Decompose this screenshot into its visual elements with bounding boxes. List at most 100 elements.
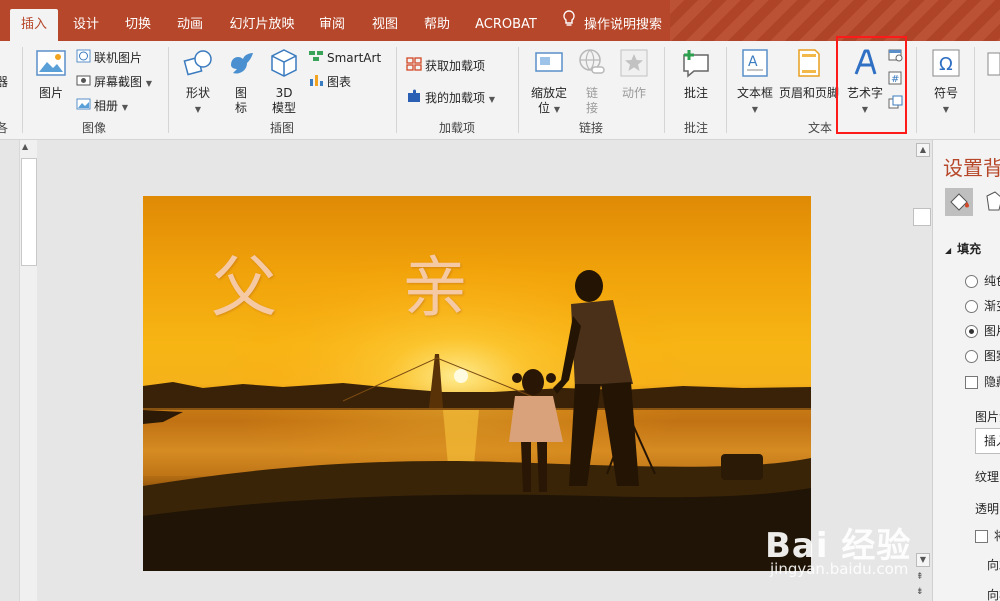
- shapes-label: 形状: [185, 86, 210, 100]
- globe-link-icon: [576, 47, 608, 83]
- svg-text:A: A: [748, 54, 758, 70]
- tab-animations[interactable]: 动画: [170, 9, 210, 41]
- chevron-down-icon: ▼: [488, 95, 495, 104]
- group-separator: [22, 47, 23, 133]
- action-button[interactable]: 动作: [614, 47, 654, 101]
- wordart-highlight-box: [836, 36, 907, 134]
- scroll-up-arrow-icon[interactable]: ▲: [22, 142, 28, 151]
- zoom-label-line1: 缩放定: [530, 86, 567, 100]
- tab-review[interactable]: 审阅: [312, 9, 352, 41]
- chart-button[interactable]: 图表: [308, 72, 351, 92]
- hide-checkbox[interactable]: [965, 376, 978, 389]
- comment-plus-icon: [672, 47, 720, 83]
- shapes-button[interactable]: 形状 ▼: [176, 47, 220, 117]
- zoom-button[interactable]: 缩放定位 ▼: [526, 47, 572, 117]
- tab-insert[interactable]: 插入: [10, 9, 58, 41]
- header-footer-label: 页眉和页脚: [778, 86, 839, 100]
- screenshot-button[interactable]: 屏幕截图 ▼: [76, 72, 152, 92]
- tile-checkbox[interactable]: [975, 530, 988, 543]
- smartart-icon: [308, 49, 324, 69]
- radio-picture[interactable]: [965, 325, 978, 338]
- fill-option-label: 图片: [984, 324, 1000, 338]
- 3d-model-button[interactable]: 3D 模型: [264, 47, 304, 116]
- collapse-triangle-icon: ◢: [945, 246, 952, 255]
- fill-tab-icon[interactable]: [945, 188, 973, 216]
- effects-tab-icon[interactable]: [985, 190, 1000, 215]
- panel-title: 设置背: [943, 156, 1000, 180]
- insert-label: 插入: [984, 434, 1000, 448]
- tell-me-search[interactable]: 操作说明搜索: [562, 9, 702, 41]
- cutoff-button[interactable]: 器: [0, 75, 8, 90]
- zoom-label-line2: 位: [538, 101, 551, 115]
- hide-background-graphics[interactable]: 隐藏: [965, 373, 1000, 390]
- radio-solid[interactable]: [965, 275, 978, 288]
- header-footer-button[interactable]: 页眉和页脚: [778, 47, 840, 101]
- textbox-button[interactable]: A 文本框 ▼: [733, 47, 777, 117]
- slide-canvas[interactable]: 父 亲: [143, 196, 811, 571]
- insert-picture-button[interactable]: 插入: [975, 428, 1000, 454]
- scroll-up-arrow-icon[interactable]: ▲: [916, 143, 930, 157]
- thumbnail-scrollbar[interactable]: ▲: [19, 140, 37, 601]
- scroll-down-arrow-icon[interactable]: ▼: [916, 553, 930, 567]
- tab-transitions[interactable]: 切换: [118, 9, 158, 41]
- radio-gradient[interactable]: [965, 300, 978, 313]
- lightbulb-icon: [562, 9, 576, 41]
- icons-label-line1: 图: [234, 86, 247, 100]
- tab-acrobat[interactable]: ACROBAT: [470, 9, 542, 41]
- symbol-button[interactable]: Ω 符号 ▼: [924, 47, 968, 117]
- scroll-thumb[interactable]: [913, 208, 931, 226]
- fill-option-solid[interactable]: 纯色: [965, 272, 1000, 289]
- fill-option-picture[interactable]: 图片: [965, 322, 1000, 339]
- tile-option[interactable]: 将: [975, 527, 1000, 544]
- my-addins-label: 我的加载项: [425, 91, 486, 105]
- textbox-label: 文本框: [736, 86, 773, 100]
- link-button[interactable]: 链接: [576, 47, 608, 116]
- online-picture-label: 联机图片: [94, 51, 143, 65]
- chevron-down-icon: ▼: [145, 79, 152, 88]
- tab-slideshow[interactable]: 幻灯片放映: [224, 9, 300, 41]
- previous-slide-icon[interactable]: ⇞: [916, 572, 924, 582]
- omega-icon: Ω: [924, 47, 968, 83]
- zoom-icon: [526, 47, 572, 83]
- next-slide-icon[interactable]: ⇟: [916, 587, 924, 597]
- icons-button[interactable]: 图标: [224, 47, 258, 116]
- tab-view[interactable]: 视图: [365, 9, 405, 41]
- slide-scrollbar[interactable]: ▲ ▼ ⇞ ⇟: [912, 140, 932, 601]
- picture-button[interactable]: 图片: [30, 47, 72, 101]
- addins-group-label: 加载项: [438, 121, 475, 135]
- fill-option-label: 纯色: [984, 274, 1000, 288]
- media-icon-cut[interactable]: [986, 51, 1000, 84]
- fill-section-header[interactable]: ◢ 填充: [945, 240, 981, 257]
- shapes-icon: [176, 47, 220, 83]
- cube-icon: [264, 47, 304, 83]
- group-separator: [974, 47, 975, 133]
- link-label-line2: 接: [585, 101, 598, 115]
- format-background-panel: 设置背 ◢ 填充 纯色 渐变 图片 图案 隐藏 图片源 插入 纹理 透明 将 向左…: [932, 140, 1000, 601]
- scroll-thumb[interactable]: [21, 158, 37, 266]
- tabbar-decoration: [670, 0, 1000, 41]
- header-footer-icon: [778, 47, 840, 83]
- album-button[interactable]: 相册 ▼: [76, 96, 128, 116]
- cutoff-group-label: 各: [0, 121, 9, 135]
- fill-option-pattern[interactable]: 图案: [965, 347, 1000, 364]
- slide-title-wordart[interactable]: 父 亲: [211, 234, 520, 330]
- tab-help[interactable]: 帮助: [417, 9, 457, 41]
- comment-button[interactable]: 批注: [672, 47, 720, 101]
- svg-text:Ω: Ω: [939, 54, 953, 75]
- link-label-line1: 链: [585, 86, 598, 100]
- get-addins-button[interactable]: 获取加载项: [406, 56, 485, 76]
- my-addins-button[interactable]: 我的加载项 ▼: [406, 88, 495, 108]
- radio-pattern[interactable]: [965, 350, 978, 363]
- chevron-down-icon: ▼: [751, 105, 759, 114]
- bird-icon: [224, 47, 258, 83]
- smartart-button[interactable]: SmartArt: [308, 48, 381, 68]
- 3d-model-label-line2: 模型: [271, 101, 296, 115]
- tab-design[interactable]: 设计: [66, 9, 106, 41]
- fill-option-gradient[interactable]: 渐变: [965, 297, 1000, 314]
- group-separator: [518, 47, 519, 133]
- chart-label: 图表: [327, 75, 352, 89]
- screenshot-label: 屏幕截图: [94, 75, 143, 89]
- links-group-label: 链接: [578, 121, 603, 135]
- online-picture-button[interactable]: 联机图片: [76, 48, 142, 68]
- hide-label: 隐藏: [984, 375, 1000, 389]
